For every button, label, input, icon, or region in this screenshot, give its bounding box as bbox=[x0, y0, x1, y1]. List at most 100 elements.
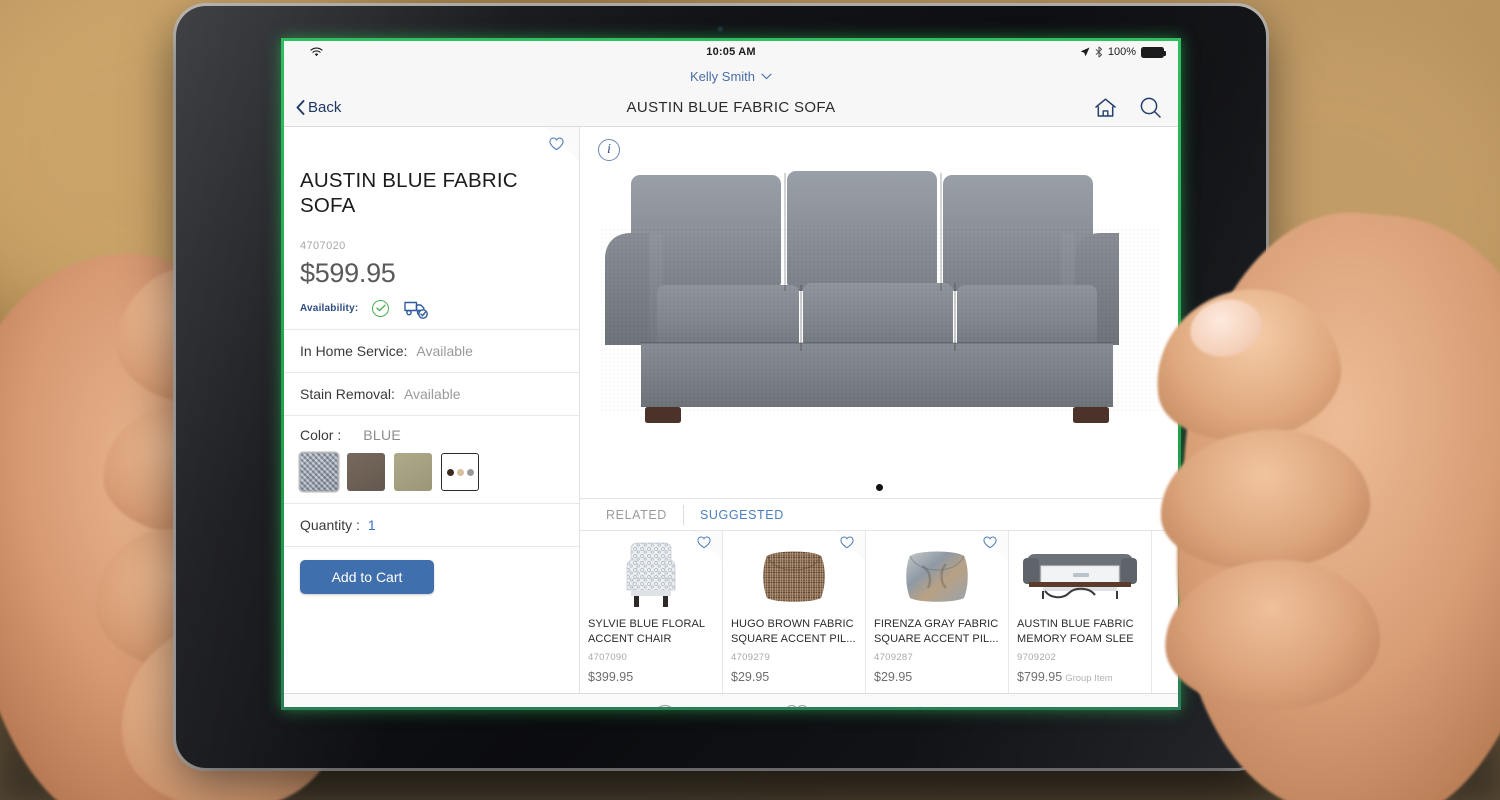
page-title: AUSTIN BLUE FABRIC SOFA bbox=[626, 99, 836, 116]
spec-row: In Home Service: Available bbox=[284, 329, 579, 372]
swatch-dark-brown[interactable] bbox=[347, 453, 385, 492]
color-heading: Color : BLUE bbox=[300, 427, 563, 443]
quantity-label: Quantity : bbox=[300, 517, 360, 534]
add-to-cart-wrap: Add to Cart bbox=[284, 546, 579, 607]
heart-outline-icon bbox=[840, 536, 854, 549]
tab-suggested[interactable]: SUGGESTED bbox=[684, 508, 800, 522]
cart-icon bbox=[896, 705, 962, 707]
heart-icon bbox=[764, 704, 830, 707]
carousel-tabs: RELATED SUGGESTED bbox=[580, 499, 1178, 530]
product-sku: 4707020 bbox=[300, 240, 346, 253]
product-detail-panel: AUSTIN BLUE FABRIC SOFA 4707020 $599.95 … bbox=[284, 127, 580, 693]
check-circle-icon bbox=[372, 299, 390, 317]
page-dot[interactable] bbox=[875, 484, 883, 492]
color-label: Color : bbox=[300, 427, 342, 444]
home-icon[interactable] bbox=[1094, 97, 1117, 119]
card-sku: 4709279 bbox=[731, 651, 771, 663]
swatch-list bbox=[300, 453, 563, 492]
card-title-line1: FIRENZA GRAY FABRIC bbox=[874, 618, 999, 630]
card-title-line1: HUGO BROWN FABRIC bbox=[731, 618, 854, 630]
card-price: $29.95 bbox=[874, 669, 913, 684]
card-sku: 4707090 bbox=[588, 651, 628, 663]
bottom-tab-bar: Catalog Profile bbox=[284, 693, 1178, 707]
heart-outline-icon bbox=[697, 536, 711, 549]
location-arrow-icon bbox=[1080, 47, 1090, 57]
photo-scene: 10:05 AM 100% Kelly Smith Back AUSTIN BL… bbox=[0, 0, 1500, 800]
spec-label: Stain Removal: bbox=[300, 386, 395, 403]
app-navbar: Back AUSTIN BLUE FABRIC SOFA bbox=[284, 89, 1178, 127]
content-area: AUSTIN BLUE FABRIC SOFA 4707020 $599.95 … bbox=[284, 127, 1178, 693]
card-title-line2: SQUARE ACCENT PIL... bbox=[731, 633, 856, 646]
dot-gray bbox=[466, 468, 474, 476]
spec-row: Stain Removal: Available bbox=[284, 372, 579, 415]
front-camera bbox=[717, 26, 725, 34]
related-carousel: RELATED SUGGESTED SYLVIE BLUE FLORAL ACC… bbox=[580, 498, 1178, 693]
carousel-card-list: SYLVIE BLUE FLORAL ACCENT CHAIR 4707090 … bbox=[580, 530, 1178, 693]
card-sku: 9709202 bbox=[1017, 651, 1057, 663]
status-right: 100% bbox=[1080, 46, 1166, 58]
dot-tan bbox=[456, 468, 464, 476]
battery-percent: 100% bbox=[1107, 46, 1136, 58]
bluetooth-icon bbox=[1095, 46, 1103, 58]
card-favorite-button[interactable] bbox=[686, 531, 722, 561]
heart-outline-icon bbox=[548, 137, 564, 151]
quantity-row[interactable]: Quantity : 1 bbox=[284, 503, 579, 546]
color-selector: Color : BLUE bbox=[284, 415, 579, 503]
tab-profile[interactable]: Profile bbox=[632, 704, 698, 707]
card-image-sleeper-sofa-mattress bbox=[1017, 538, 1143, 610]
search-icon[interactable] bbox=[1139, 96, 1162, 119]
availability-row: Availability: bbox=[284, 289, 579, 329]
color-value: BLUE bbox=[363, 427, 402, 444]
card-price-value: $799.95 bbox=[1017, 669, 1063, 684]
account-switcher[interactable]: Kelly Smith bbox=[284, 63, 1178, 89]
tab-favorites[interactable]: Favorites bbox=[764, 704, 830, 707]
add-to-cart-button[interactable]: Add to Cart bbox=[300, 560, 434, 595]
swatch-more-colors[interactable] bbox=[441, 453, 479, 492]
delivery-truck-check-icon[interactable] bbox=[403, 297, 429, 320]
favorite-button[interactable] bbox=[533, 127, 579, 161]
dot-dark bbox=[446, 468, 454, 476]
card-price: $799.95 Group Item bbox=[1017, 670, 1143, 684]
card-price: $399.95 bbox=[588, 669, 634, 684]
card-title-line1: SYLVIE BLUE FLORAL bbox=[588, 618, 706, 630]
card-title-line1: AUSTIN BLUE FABRIC bbox=[1017, 618, 1134, 630]
tab-related[interactable]: RELATED bbox=[590, 508, 683, 522]
swatch-olive-khaki[interactable] bbox=[394, 453, 432, 492]
app-screen: 10:05 AM 100% Kelly Smith Back AUSTIN BL… bbox=[284, 41, 1178, 707]
card-favorite-button[interactable] bbox=[972, 531, 1008, 561]
card-sku: 4709287 bbox=[874, 651, 914, 663]
card-price: $29.95 bbox=[731, 669, 770, 684]
chevron-down-icon bbox=[761, 73, 772, 80]
status-time: 10:05 AM bbox=[706, 46, 756, 58]
spec-value: Available bbox=[403, 386, 461, 403]
tab-cart[interactable]: Cart bbox=[896, 705, 962, 707]
person-icon bbox=[632, 704, 698, 707]
account-name: Kelly Smith bbox=[689, 68, 756, 84]
image-pagination[interactable] bbox=[580, 477, 1178, 498]
spec-label: In Home Service: bbox=[300, 343, 408, 360]
product-price: $599.95 bbox=[300, 258, 396, 289]
card-title-line2: MEMORY FOAM SLEE bbox=[1017, 633, 1134, 646]
product-card[interactable]: HUGO BROWN FABRIC SQUARE ACCENT PIL... 4… bbox=[723, 531, 866, 693]
heart-outline-icon bbox=[983, 536, 997, 549]
tablet-device: 10:05 AM 100% Kelly Smith Back AUSTIN BL… bbox=[176, 6, 1266, 768]
card-title-line2: ACCENT CHAIR bbox=[588, 633, 672, 646]
tab-catalog[interactable]: Catalog bbox=[500, 700, 566, 707]
battery-full-icon bbox=[1141, 46, 1166, 58]
hero-image-area: i bbox=[580, 127, 1178, 477]
product-card[interactable]: AUSTIN BLUE FABRIC MEMORY FOAM SLEE 9709… bbox=[1009, 531, 1152, 693]
product-card[interactable]: FIRENZA GRAY FABRIC SQUARE ACCENT PIL...… bbox=[866, 531, 1009, 693]
availability-label: Availability: bbox=[300, 302, 359, 314]
card-favorite-button[interactable] bbox=[829, 531, 865, 561]
ios-status-bar: 10:05 AM 100% bbox=[284, 41, 1178, 63]
hero-sofa-image[interactable] bbox=[580, 127, 1178, 477]
swatch-blue-gray-textured[interactable] bbox=[300, 453, 338, 492]
media-panel: i RELATED SUGGESTED SYLVIE BLUE FLORAL A… bbox=[580, 127, 1178, 693]
product-card[interactable]: SYLVIE BLUE FLORAL ACCENT CHAIR 4707090 … bbox=[580, 531, 723, 693]
navbar-actions bbox=[1094, 96, 1162, 119]
screen-glow-frame: 10:05 AM 100% Kelly Smith Back AUSTIN BL… bbox=[281, 38, 1181, 710]
quantity-value: 1 bbox=[367, 517, 376, 534]
spec-value: Available bbox=[416, 343, 473, 360]
card-group-badge: Group Item bbox=[1065, 672, 1113, 684]
card-title-line2: SQUARE ACCENT PIL... bbox=[874, 633, 999, 646]
